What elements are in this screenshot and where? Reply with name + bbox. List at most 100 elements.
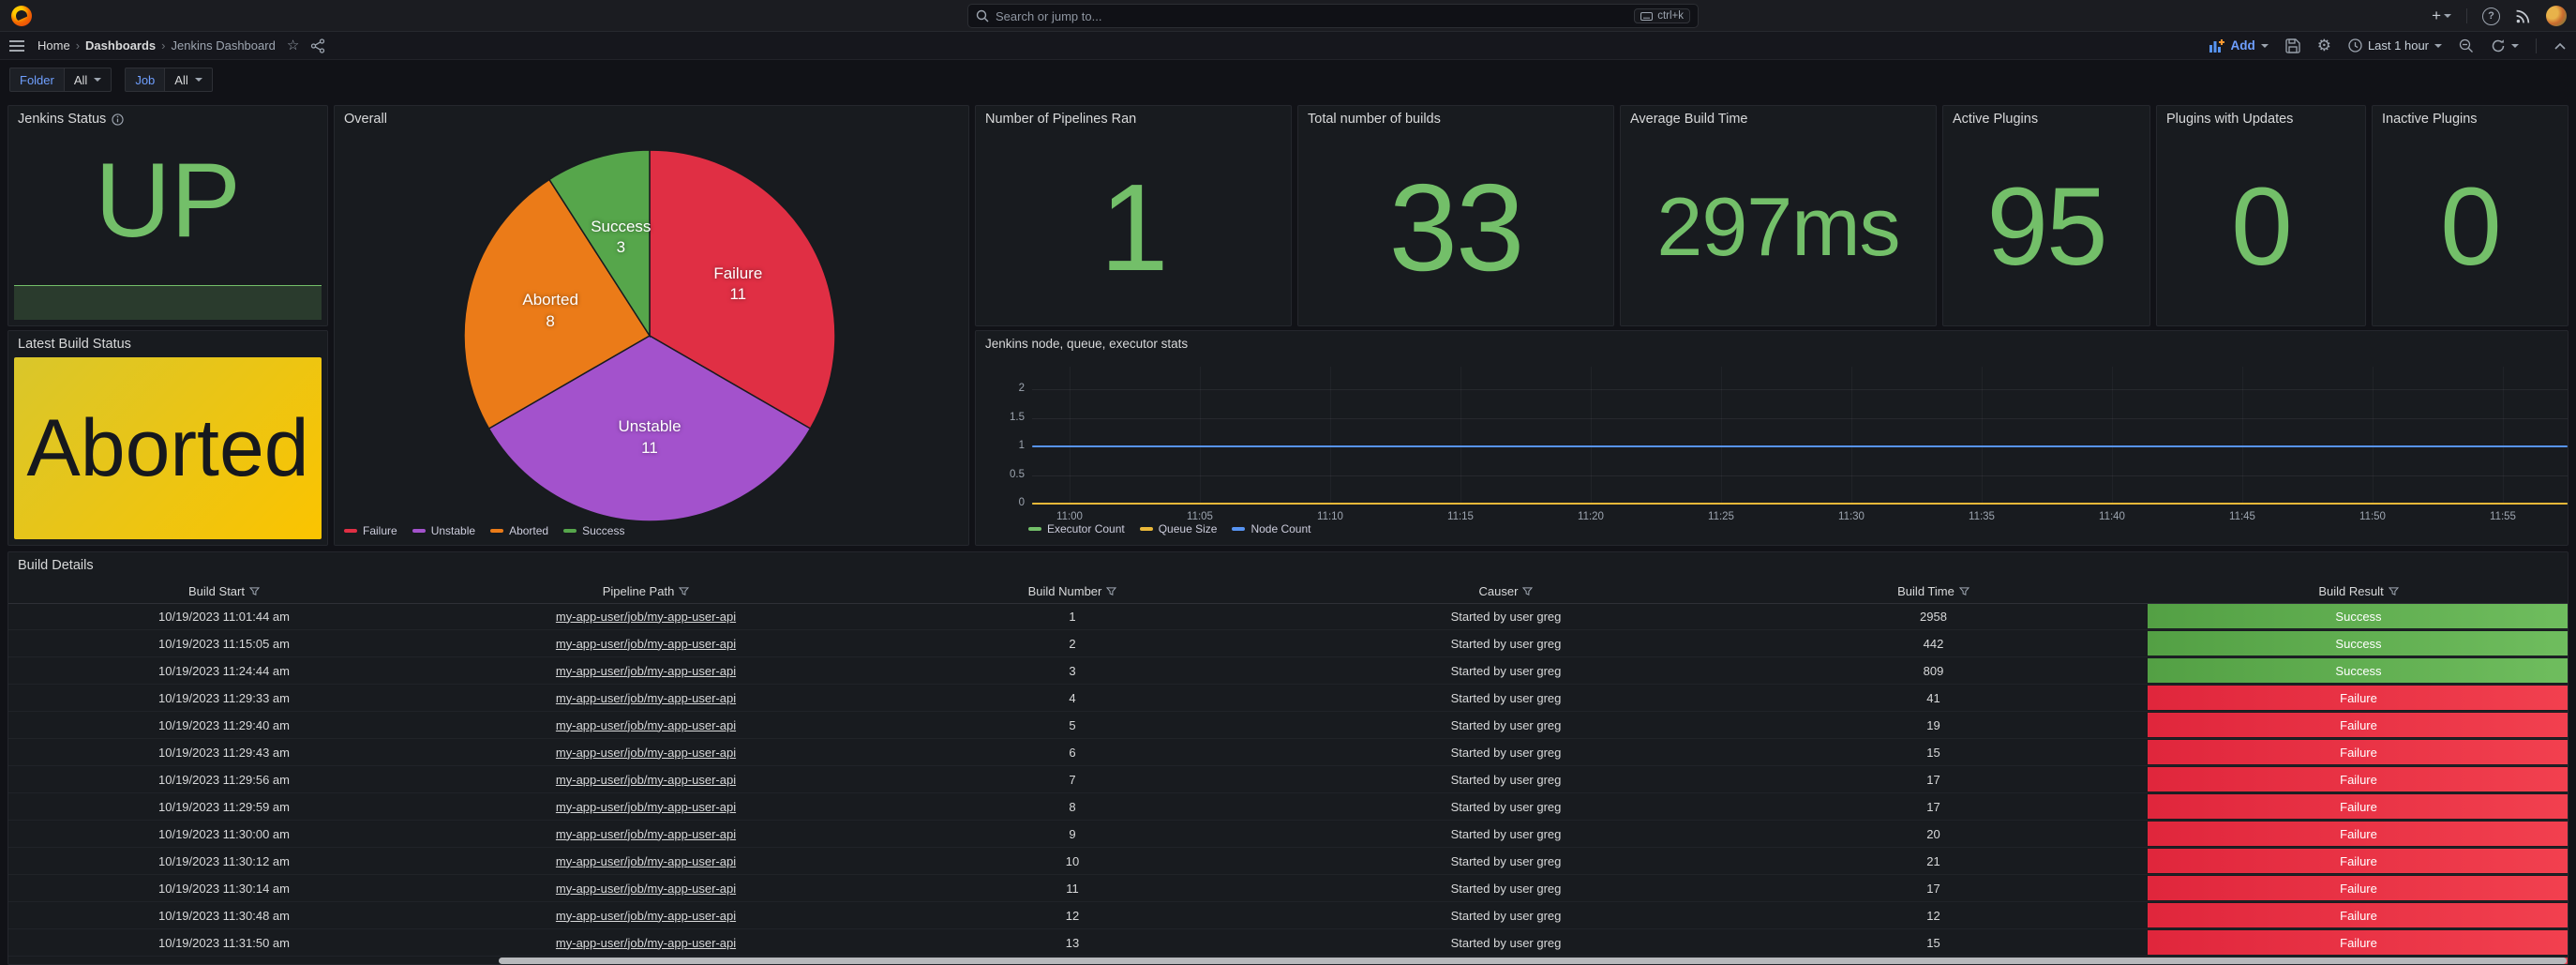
x-axis-label: 11:30 — [1823, 511, 1880, 522]
pipeline-path-cell: my-app-user/job/my-app-user-api — [440, 854, 852, 868]
panel-title[interactable]: Latest Build Status — [8, 331, 327, 357]
build-number-cell: 9 — [852, 827, 1293, 841]
job-filter-value[interactable]: All — [165, 68, 212, 92]
time-range-picker[interactable]: Last 1 hour — [2348, 38, 2442, 53]
x-gridline — [2503, 367, 2504, 504]
x-gridline — [1330, 367, 1331, 504]
panel-average-build-time: Average Build Time 297ms — [1620, 105, 1937, 326]
build-number-cell: 5 — [852, 718, 1293, 732]
panel-title[interactable]: Build Details — [8, 552, 2568, 579]
refresh-control[interactable] — [2491, 38, 2519, 53]
menu-icon[interactable] — [9, 39, 24, 53]
pipeline-path-cell: my-app-user/job/my-app-user-api — [440, 664, 852, 678]
build-start-cell: 10/19/2023 11:29:40 am — [8, 718, 440, 732]
column-header-build-number[interactable]: Build Number — [852, 584, 1293, 598]
legend-item-aborted[interactable]: Aborted — [490, 524, 548, 537]
column-header-pipeline-path[interactable]: Pipeline Path — [440, 584, 852, 598]
legend-item-node-count[interactable]: Node Count — [1232, 522, 1310, 535]
pipeline-path-link[interactable]: my-app-user/job/my-app-user-api — [556, 718, 736, 732]
panel-title[interactable]: Jenkins node, queue, executor stats — [976, 331, 2568, 357]
pipeline-path-link[interactable]: my-app-user/job/my-app-user-api — [556, 610, 736, 624]
column-header-build-start[interactable]: Build Start — [8, 584, 440, 598]
pipeline-path-link[interactable]: my-app-user/job/my-app-user-api — [556, 746, 736, 760]
column-header-build-time[interactable]: Build Time — [1719, 584, 2148, 598]
jenkins-status-sparkline — [14, 285, 322, 320]
zoom-out-icon[interactable] — [2459, 38, 2474, 53]
pipeline-path-link[interactable]: my-app-user/job/my-app-user-api — [556, 664, 736, 678]
filter-funnel-icon[interactable] — [1522, 586, 1533, 596]
legend-item-executor-count[interactable]: Executor Count — [1028, 522, 1125, 535]
stat-value: 33 — [1298, 128, 1613, 325]
shortcut-hint: ctrl+k — [1634, 8, 1690, 23]
new-button[interactable]: + — [2432, 7, 2451, 25]
breadcrumb-separator: › — [161, 38, 165, 53]
build-start-cell: 10/19/2023 11:31:50 am — [8, 936, 440, 950]
user-avatar[interactable] — [2546, 6, 2567, 26]
horizontal-scrollbar[interactable] — [499, 957, 2567, 964]
folder-filter-value[interactable]: All — [65, 68, 112, 92]
legend-label: Unstable — [431, 524, 475, 537]
search-input[interactable]: Search or jump to... ctrl+k — [967, 4, 1699, 28]
build-time-cell: 809 — [1719, 664, 2148, 678]
pipeline-path-link[interactable]: my-app-user/job/my-app-user-api — [556, 800, 736, 814]
collapse-chevron-up-icon[interactable] — [2554, 41, 2567, 51]
add-panel-button[interactable]: Add — [2209, 38, 2268, 53]
pipeline-path-link[interactable]: my-app-user/job/my-app-user-api — [556, 637, 736, 651]
filter-funnel-icon[interactable] — [1106, 586, 1116, 596]
column-header-causer[interactable]: Causer — [1293, 584, 1719, 598]
news-icon[interactable] — [2515, 8, 2531, 24]
top-navigation-bar: Search or jump to... ctrl+k + ? — [0, 0, 2576, 32]
legend-item-success[interactable]: Success — [563, 524, 624, 537]
pipeline-path-link[interactable]: my-app-user/job/my-app-user-api — [556, 882, 736, 896]
column-header-label: Build Time — [1897, 584, 1954, 598]
x-axis-label: 11:25 — [1693, 511, 1749, 522]
column-header-build-result[interactable]: Build Result — [2148, 584, 2569, 598]
settings-gear-icon[interactable]: ⚙ — [2317, 38, 2331, 53]
legend-item-queue-size[interactable]: Queue Size — [1140, 522, 1218, 535]
pipeline-path-cell: my-app-user/job/my-app-user-api — [440, 882, 852, 896]
breadcrumb-dashboards[interactable]: Dashboards — [85, 38, 156, 53]
dashboard-toolbar: Home › Dashboards › Jenkins Dashboard ☆ … — [0, 32, 2576, 60]
x-axis-label: 11:40 — [2084, 511, 2140, 522]
pipeline-path-cell: my-app-user/job/my-app-user-api — [440, 691, 852, 705]
share-icon[interactable] — [310, 38, 325, 53]
build-result-cell: Failure — [2148, 822, 2569, 846]
timeseries-plot-area — [1032, 367, 2564, 504]
table-body: 10/19/2023 11:01:44 ammy-app-user/job/my… — [8, 603, 2568, 965]
filter-funnel-icon[interactable] — [1959, 586, 1969, 596]
panel-title[interactable]: Overall — [335, 106, 968, 132]
folder-filter[interactable]: Folder All — [9, 68, 112, 92]
causer-cell: Started by user greg — [1293, 718, 1719, 732]
y-gridline — [1032, 389, 2569, 390]
template-variable-bar: Folder All Job All — [0, 60, 2576, 99]
pipeline-path-link[interactable]: my-app-user/job/my-app-user-api — [556, 936, 736, 950]
folder-filter-value-text: All — [74, 73, 87, 87]
pipeline-path-link[interactable]: my-app-user/job/my-app-user-api — [556, 909, 736, 923]
filter-funnel-icon[interactable] — [679, 586, 689, 596]
filter-funnel-icon[interactable] — [249, 586, 260, 596]
pipeline-path-link[interactable]: my-app-user/job/my-app-user-api — [556, 827, 736, 841]
pie-label-name: Success — [591, 217, 651, 238]
breadcrumb-home[interactable]: Home — [37, 38, 70, 53]
build-time-cell: 41 — [1719, 691, 2148, 705]
grafana-dashboard-screen: Search or jump to... ctrl+k + ? Home › D… — [0, 0, 2576, 965]
legend-item-unstable[interactable]: Unstable — [412, 524, 475, 537]
causer-cell: Started by user greg — [1293, 909, 1719, 923]
pipeline-path-link[interactable]: my-app-user/job/my-app-user-api — [556, 773, 736, 787]
x-axis-label: 11:55 — [2475, 511, 2531, 522]
refresh-icon — [2491, 38, 2506, 53]
panel-jenkins-status: Jenkins Status UP — [7, 105, 328, 326]
y-axis-label: 2 — [987, 383, 1025, 394]
legend-item-failure[interactable]: Failure — [344, 524, 397, 537]
pipeline-path-link[interactable]: my-app-user/job/my-app-user-api — [556, 691, 736, 705]
grafana-logo[interactable] — [11, 6, 32, 26]
favorite-star-icon[interactable]: ☆ — [287, 38, 299, 53]
refresh-interval-caret[interactable] — [2511, 44, 2519, 48]
x-gridline — [1982, 367, 1983, 504]
save-icon[interactable] — [2285, 38, 2300, 53]
job-filter[interactable]: Job All — [125, 68, 212, 92]
filter-funnel-icon[interactable] — [2389, 586, 2399, 596]
info-icon[interactable] — [112, 113, 124, 126]
pipeline-path-link[interactable]: my-app-user/job/my-app-user-api — [556, 854, 736, 868]
help-icon[interactable]: ? — [2482, 8, 2500, 25]
